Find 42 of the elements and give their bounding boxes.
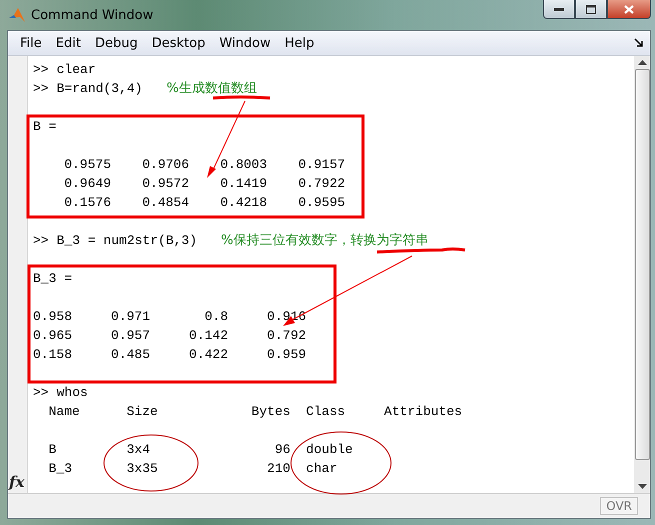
command-text: B_3 = num2str(B,3) (56, 233, 198, 248)
output-text: 0.965 0.957 0.142 0.792 (33, 328, 306, 343)
output-text: B_3 3x35 210 char (48, 461, 338, 476)
command-prompt: >> (33, 62, 49, 77)
menu-item[interactable]: Debug (88, 36, 144, 50)
command-prompt: >> (33, 81, 49, 96)
overwrite-indicator: OVR (600, 497, 638, 515)
command-prompt: >> (33, 385, 49, 400)
output-text: B = (33, 119, 56, 134)
scroll-down-icon[interactable] (638, 484, 646, 489)
output-text: 0.1576 0.4854 0.4218 0.9595 (63, 195, 346, 210)
output-text: B_3 = (33, 271, 72, 286)
menu-item[interactable]: Window (213, 36, 277, 50)
menu-item[interactable]: Help (278, 36, 320, 50)
peak-logo-icon (8, 7, 26, 23)
output-text: Name Size Bytes Class Attributes (48, 404, 462, 419)
minimize-button[interactable] (543, 0, 575, 19)
code-comment: %保持三位有效数字，转换为字符串 (221, 233, 428, 248)
menu-item[interactable]: Desktop (146, 36, 212, 50)
command-prompt: >> (33, 233, 49, 248)
maximize-button[interactable] (575, 0, 607, 19)
close-button[interactable] (607, 0, 651, 19)
undock-arrow-icon[interactable] (634, 38, 644, 48)
output-text: 0.9575 0.9706 0.8003 0.9157 (63, 157, 346, 172)
code-comment: %生成数值数组 (166, 81, 257, 96)
close-icon (624, 4, 634, 14)
output-text: B 3x4 96 double (48, 442, 353, 457)
command-text: clear (56, 62, 96, 77)
command-text: B=rand(3,4) (56, 81, 142, 96)
minimize-icon (554, 7, 564, 11)
menu-item[interactable]: File (14, 36, 48, 50)
scroll-thumb[interactable] (634, 69, 650, 460)
maximize-icon (586, 4, 596, 14)
scroll-up-icon[interactable] (638, 60, 646, 65)
window-title: Command Window (31, 8, 154, 22)
underline-mark (212, 96, 270, 100)
output-text: 0.9649 0.9572 0.1419 0.7922 (63, 176, 346, 191)
vertical-scrollbar[interactable] (634, 56, 650, 493)
command-text: whos (56, 385, 88, 400)
menu-item[interactable]: Edit (50, 36, 87, 50)
output-text: 0.158 0.485 0.422 0.959 (33, 347, 306, 362)
function-browser-button[interactable]: fx (9, 473, 24, 491)
